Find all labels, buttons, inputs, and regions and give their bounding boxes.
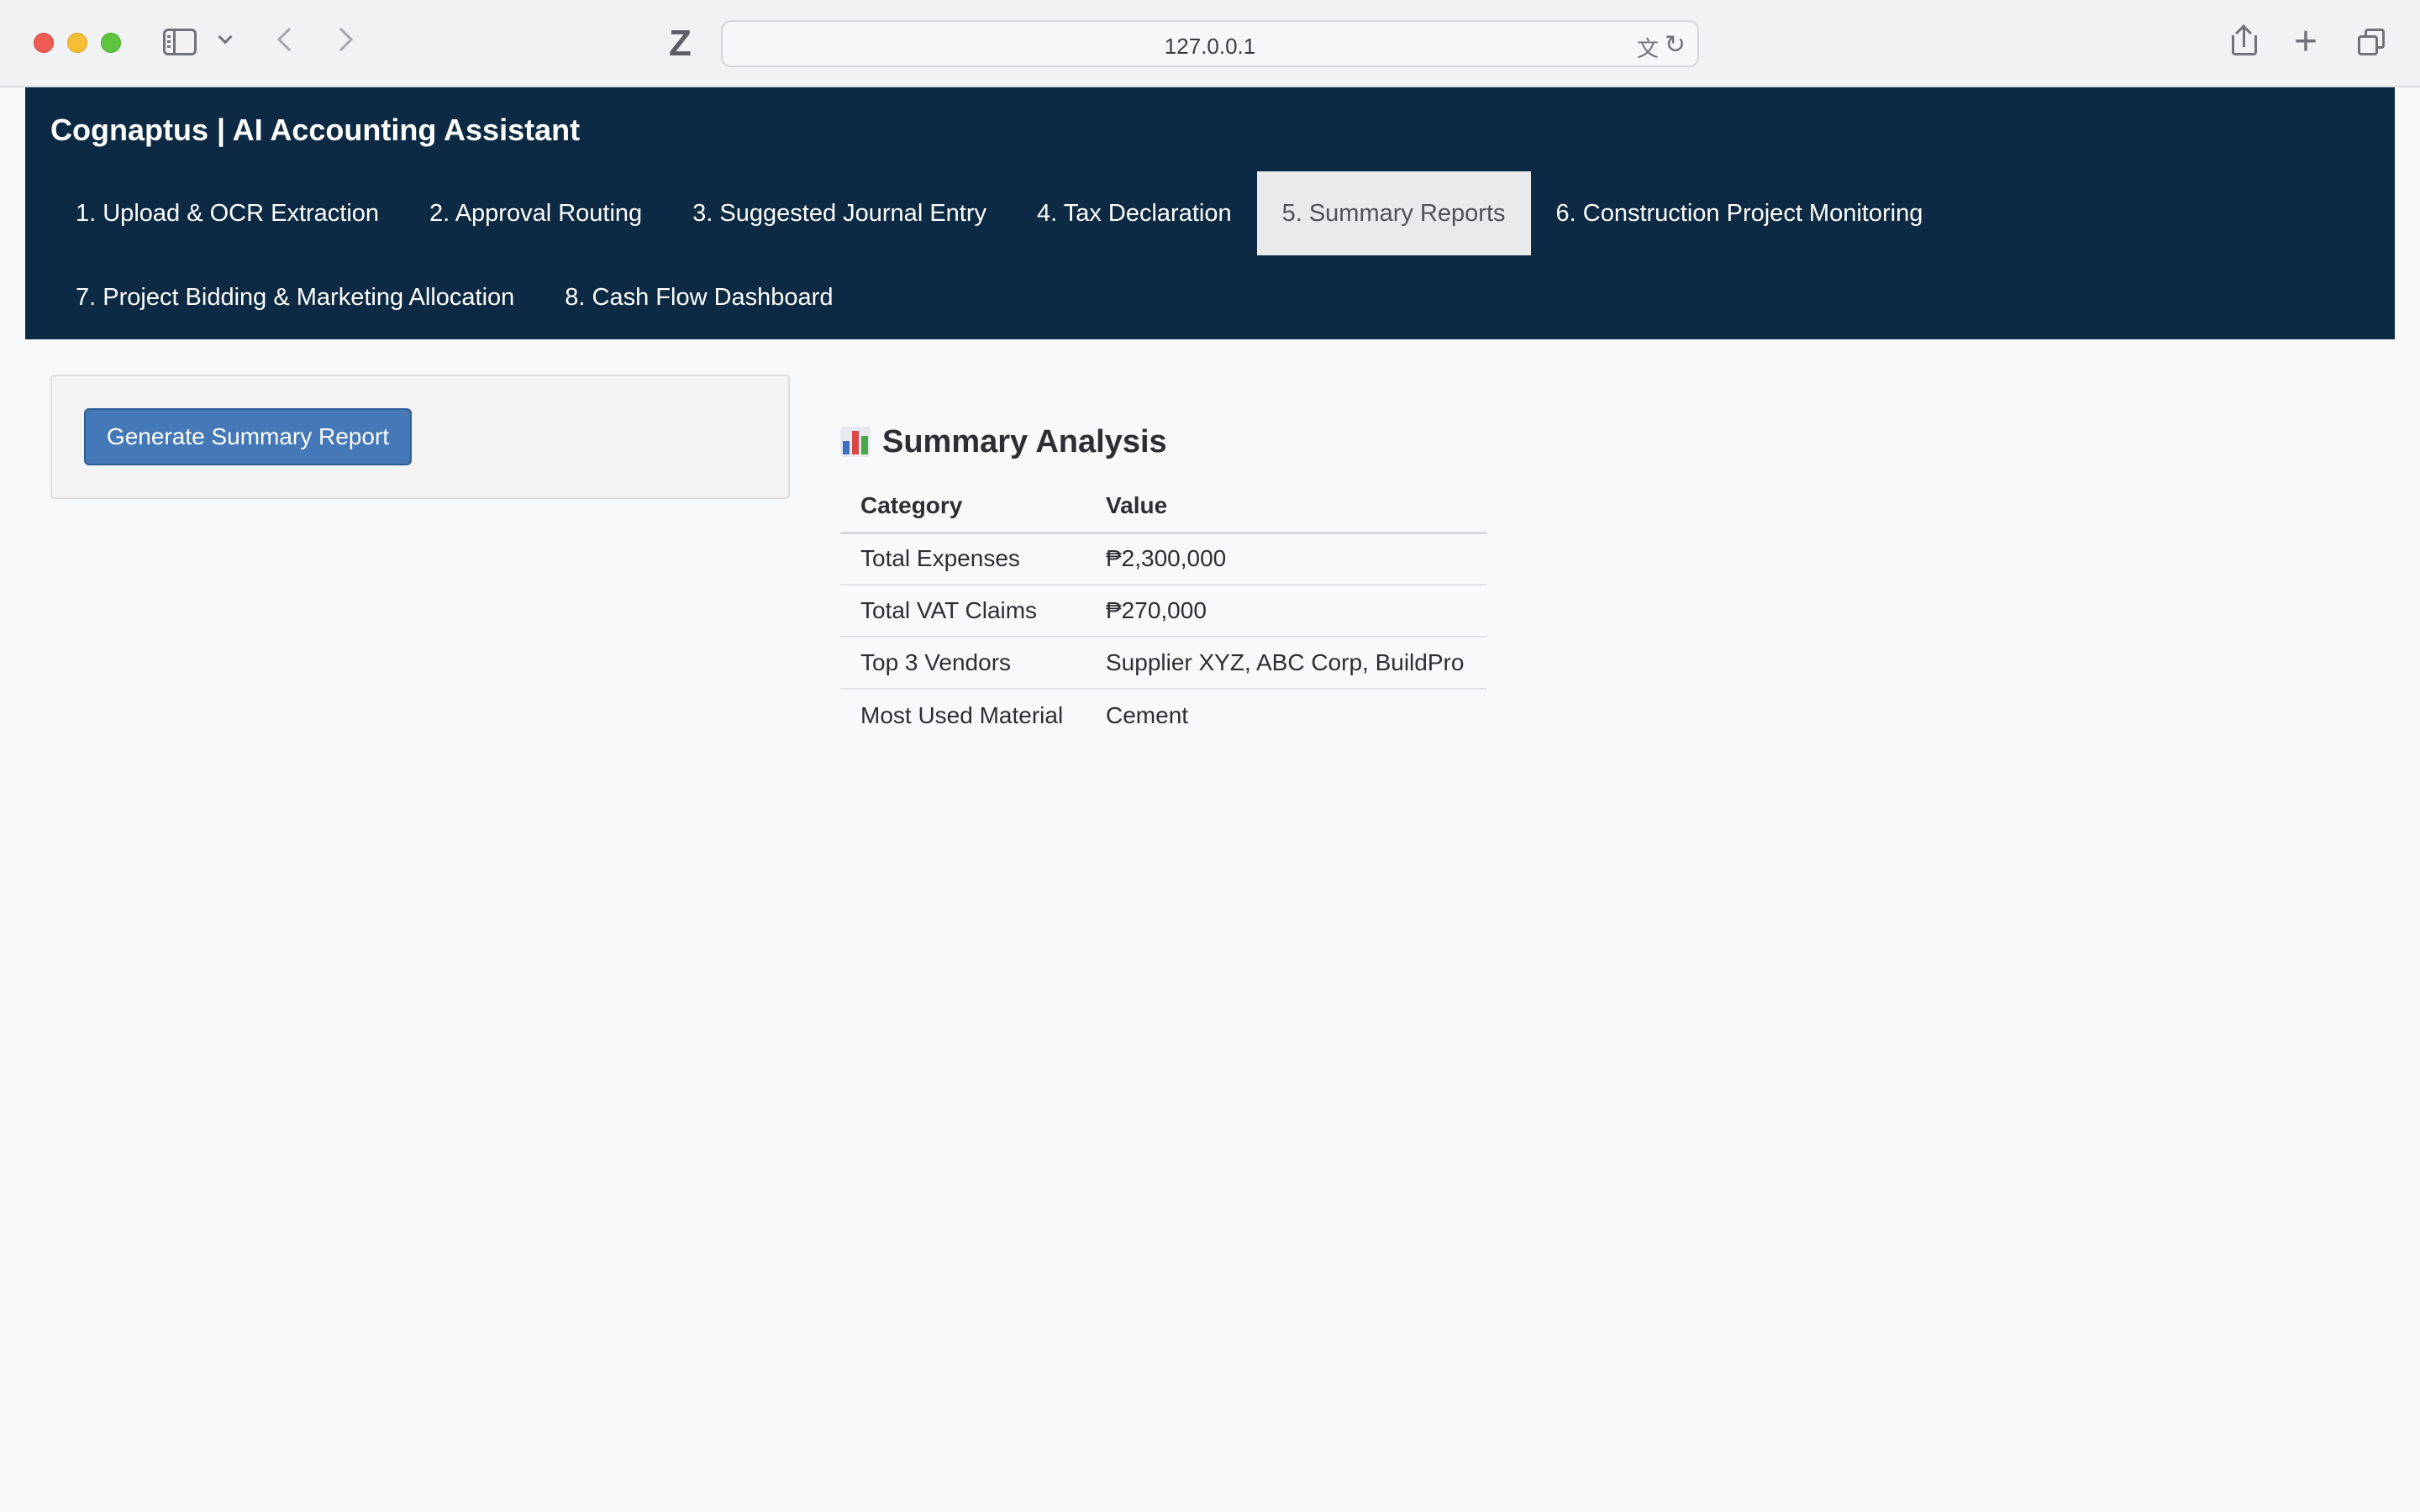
nav-row-2: 7. Project Bidding & Marketing Allocatio… bbox=[50, 255, 2395, 339]
value-cell: Supplier XYZ, ABC Corp, BuildPro bbox=[1086, 637, 1487, 690]
column-header-category: Category bbox=[840, 480, 1086, 534]
table-row: Total Expenses ₱2,300,000 bbox=[840, 533, 1487, 585]
address-bar[interactable]: 127.0.0.1 ⽂ ↻ bbox=[721, 20, 1699, 67]
summary-analysis-title: Summary Analysis bbox=[882, 423, 1167, 459]
tab-4-tax-declaration[interactable]: 4. Tax Declaration bbox=[1012, 171, 1257, 255]
share-icon[interactable] bbox=[2232, 24, 2257, 55]
back-arrow-icon[interactable] bbox=[276, 27, 302, 52]
summary-table: Category Value Total Expenses ₱2,300,000 T… bbox=[840, 480, 1487, 741]
app-header: Cognaptus | AI Accounting Assistant 1. U… bbox=[25, 87, 2395, 339]
tab-1-upload-ocr-extraction[interactable]: 1. Upload & OCR Extraction bbox=[50, 171, 404, 255]
forward-arrow-icon[interactable] bbox=[329, 27, 354, 52]
new-tab-plus-icon[interactable]: + bbox=[2294, 17, 2317, 67]
translate-icon[interactable]: ⽂ bbox=[1637, 32, 1659, 63]
chevron-down-icon[interactable] bbox=[218, 29, 233, 45]
controls-panel: Generate Summary Report bbox=[50, 375, 790, 499]
bar-chart-icon bbox=[840, 427, 871, 457]
table-row: Top 3 Vendors Supplier XYZ, ABC Corp, Bui… bbox=[840, 637, 1487, 690]
tab-overview-icon[interactable] bbox=[2358, 29, 2385, 55]
value-cell: ₱2,300,000 bbox=[1086, 533, 1487, 585]
minimize-window-button[interactable] bbox=[67, 33, 87, 53]
close-window-button[interactable] bbox=[34, 33, 54, 53]
app-title: Cognaptus | AI Accounting Assistant bbox=[50, 113, 581, 147]
url-text: 127.0.0.1 bbox=[1164, 34, 1256, 59]
table-row: Total VAT Claims ₱270,000 bbox=[840, 585, 1487, 638]
tab-5-summary-reports[interactable]: 5. Summary Reports bbox=[1256, 171, 1531, 255]
category-cell: Top 3 Vendors bbox=[840, 637, 1086, 690]
reload-icon[interactable]: ↻ bbox=[1665, 30, 1686, 60]
tab-8-cash-flow-dashboard[interactable]: 8. Cash Flow Dashboard bbox=[539, 255, 858, 339]
tab-6-construction-project-monitoring[interactable]: 6. Construction Project Monitoring bbox=[1531, 171, 1949, 255]
z-logo-icon: Z bbox=[669, 23, 692, 64]
table-header-row: Category Value bbox=[840, 480, 1487, 534]
sidebar-toggle-icon[interactable] bbox=[163, 29, 197, 55]
tab-7-project-bidding-marketing-allocation[interactable]: 7. Project Bidding & Marketing Allocatio… bbox=[50, 255, 539, 339]
tab-3-suggested-journal-entry[interactable]: 3. Suggested Journal Entry bbox=[667, 171, 1012, 255]
value-cell: ₱270,000 bbox=[1086, 585, 1487, 638]
summary-analysis-section: Summary Analysis Category Value Total Ex… bbox=[840, 417, 1487, 741]
column-header-value: Value bbox=[1086, 480, 1487, 534]
summary-analysis-heading: Summary Analysis bbox=[840, 417, 1487, 467]
category-cell: Total VAT Claims bbox=[840, 585, 1086, 638]
browser-toolbar: Z 127.0.0.1 ⽂ ↻ + bbox=[0, 0, 2420, 87]
nav-row-1: 1. Upload & OCR Extraction 2. Approval Ro… bbox=[50, 171, 2395, 255]
generate-summary-report-button[interactable]: Generate Summary Report bbox=[84, 408, 412, 465]
table-row: Most Used Material Cement bbox=[840, 689, 1487, 741]
main-nav: 1. Upload & OCR Extraction 2. Approval Ro… bbox=[50, 171, 2395, 339]
tab-2-approval-routing[interactable]: 2. Approval Routing bbox=[404, 171, 667, 255]
category-cell: Most Used Material bbox=[860, 701, 1064, 728]
value-cell: Cement bbox=[1106, 701, 1189, 728]
category-cell: Total Expenses bbox=[840, 533, 1086, 585]
maximize-window-button[interactable] bbox=[101, 33, 121, 53]
